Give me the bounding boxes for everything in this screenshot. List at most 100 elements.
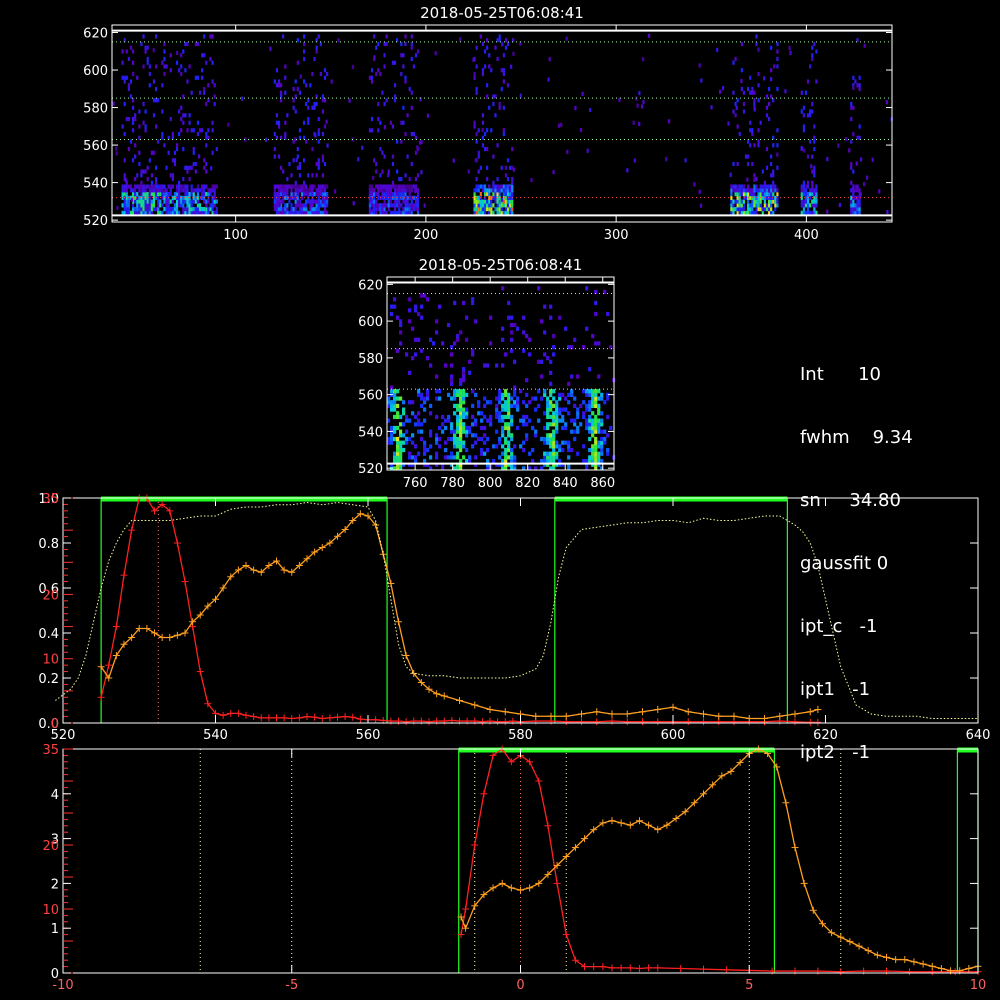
chart1-series-1-point [158,634,166,641]
chart1-series-0-point [463,717,471,725]
chart2-series-0-point [883,967,890,975]
chart1-series-0-point [295,714,303,722]
chart2-series-1-point [626,821,634,829]
top-title: 2018-05-25T06:08:41 [420,4,584,22]
info-sn: sn 34.80 [800,490,901,511]
chart1-series-1-point [486,706,494,713]
chart1-series-0-point [120,571,128,579]
chart2-series-1-point [928,962,936,970]
chart1-series-0-point [639,718,646,726]
chart1-series-1-point [745,715,753,722]
chart1-y-tick-label: 0.4 [38,627,59,642]
chart1-series-0-point [227,709,235,717]
chart2-series-1-point [901,956,909,964]
mid-x-tick-label: 840 [553,476,578,491]
chart1-series-0-point [128,526,136,534]
chart1-series-0-point [181,578,189,586]
chart2-series-1-point [791,844,799,852]
chart2-series-1-point [498,879,506,887]
chart1-series-1-point [639,708,646,716]
chart1-series-0-point [623,718,631,726]
chart1-series-0-point [486,717,494,725]
chart1-series-0-point [288,715,296,722]
chart2-series-1-point [526,884,534,892]
chart1-series-0-point [105,661,113,669]
chart1-series-1-point [151,629,158,637]
chart1-series-1-point [593,708,601,716]
chart1-series-0-point [410,717,418,725]
chart2-series-1-point [965,965,973,973]
chart2-series-0-point [590,963,598,971]
mid-x-tick-label: 780 [440,476,465,491]
chart2-series-1-point [517,886,524,894]
chart2-series-0-point [608,964,616,972]
chart1-series-0-point [234,709,242,717]
chart1-series-1-point [547,712,555,720]
chart1-series-0-point [478,718,486,726]
chart1-series-0-point [471,717,479,725]
chart1-series-1-point [730,712,738,720]
chart2-series-0-point [837,968,845,976]
chart1-series-1-point [250,566,258,574]
chart1-series-1-point [776,712,784,720]
chart2-series-0-point [905,968,913,976]
chart1-series-1-point [715,712,723,720]
top-x-tick-label: 100 [223,228,248,243]
chart1-series-1-point [761,715,768,722]
mid-y-tick-label: 620 [358,278,383,293]
info-gaussfit: gaussfit 0 [800,553,889,574]
chart1-series-1-point [433,690,441,698]
chart1-series-0-point [387,717,395,725]
figure-canvas: 100 200 300 400 520 540 560 580 600 620 2018-05-25… [0,0,1000,1000]
chart2-series-0-point [535,777,543,785]
chart2-series-0-point [722,966,730,974]
chart2-series-1-point [645,821,653,829]
chart2-series-1-point [892,956,900,964]
chart2-y-tick-label: 2 [51,877,59,892]
chart1-x-tick-label: 540 [203,728,228,743]
chart1-series-0-point [242,711,250,719]
top-y-tick-label: 580 [83,102,108,117]
chart1-series-0-point [608,717,616,725]
chart2-y-tick-label: 1 [51,922,59,937]
chart1-series-0-point [654,718,662,726]
top-x-tick-label: 300 [604,228,629,243]
chart1-series-0-point [372,716,380,724]
chart1-series-0-point [494,718,502,726]
chart1-series-0-point [402,718,410,726]
chart1-y-tick-label: 0.2 [38,672,59,687]
chart1-series-0-point [456,717,463,725]
mid-y-tick-label: 540 [358,425,383,440]
chart1-series-0-point [97,693,105,701]
chart1-series-1-point [501,708,509,716]
chart1-series-0-point [196,668,204,676]
chart2-y-red-tick-label: 20 [42,839,59,854]
chart1-series-0-point [173,539,181,547]
chart2-series-1-point [873,951,881,959]
chart2-series-0-point [626,964,634,972]
mid-y-tick-label: 520 [358,462,383,477]
mid-y-tick-label: 560 [358,389,383,404]
mid-title: 2018-05-25T06:08:41 [419,256,583,274]
info-int: Int 10 [800,364,882,385]
chart1-series-1-point [791,710,799,718]
chart2-y-tick-label: 4 [51,788,59,803]
chart1-series-1-point [532,712,540,720]
chart1-y-tick-label: 0.8 [38,537,59,552]
chart1-series-0-point [318,715,326,722]
top-x-tick-label: 400 [794,228,819,243]
chart1-series-0-point [700,718,707,726]
chart2-series-0-point [791,967,799,975]
top-panel: 100 200 300 400 520 540 560 580 600 620 2018-05-25… [83,4,893,243]
chart1-series-0-point [265,714,273,722]
chart2-series-0-point [480,790,488,798]
chart1-x-tick-label: 560 [356,728,381,743]
chart2-x-tick-label: 10 [970,978,987,993]
chart1-series-0-point [250,713,258,721]
chart2-series-0-point [617,964,625,972]
top-y-tick-label: 620 [83,27,108,42]
chart1-series-1-point [173,631,181,639]
chart1-series-1-point [242,562,250,569]
chart1-series-0-point [593,718,601,726]
chart1-series-0-point [311,713,319,721]
